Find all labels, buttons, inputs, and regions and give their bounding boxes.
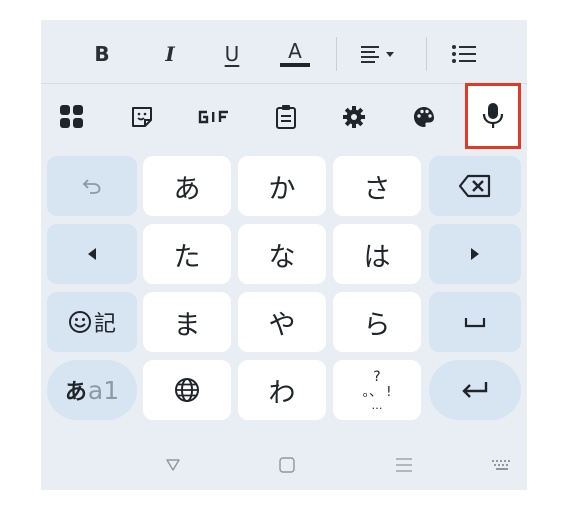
sticker-icon bbox=[132, 107, 152, 127]
font-color-label: A bbox=[288, 39, 302, 63]
kana-key-ha[interactable]: は bbox=[333, 224, 421, 284]
arrow-left-icon bbox=[88, 248, 96, 260]
input-mode-alnum-label: a1 bbox=[87, 375, 120, 405]
list-icon bbox=[452, 45, 476, 63]
list-button[interactable] bbox=[446, 33, 482, 75]
clipboard-icon bbox=[276, 105, 296, 129]
enter-key[interactable] bbox=[429, 360, 521, 420]
kana-key-sa-label: さ bbox=[363, 173, 391, 205]
arrow-right-icon bbox=[471, 248, 479, 260]
cursor-right-key[interactable] bbox=[429, 224, 521, 284]
nav-recents-icon bbox=[396, 458, 412, 472]
settings-button[interactable] bbox=[333, 96, 375, 138]
bold-button[interactable]: B bbox=[85, 33, 119, 75]
gif-icon bbox=[198, 110, 228, 124]
keyboard: B I U A あ か さ た な は 記 ま や ら あ a1 わ ? 。、 … bbox=[41, 20, 527, 490]
input-mode-key[interactable]: あ a1 bbox=[47, 360, 137, 420]
kanji-label: 記 bbox=[93, 312, 116, 337]
apps-grid-icon bbox=[60, 105, 83, 128]
space-icon bbox=[464, 318, 486, 328]
punct-top-label: ? bbox=[373, 369, 381, 385]
format-toolbar: B I U A bbox=[41, 33, 527, 75]
kana-key-ya-label: や bbox=[268, 309, 296, 341]
kana-key-ra[interactable]: ら bbox=[333, 292, 421, 352]
undo-key[interactable] bbox=[47, 156, 137, 216]
kana-key-ma-label: ま bbox=[173, 309, 201, 341]
kana-key-ta-label: た bbox=[173, 241, 201, 273]
sticker-button[interactable] bbox=[121, 96, 163, 138]
backspace-icon bbox=[458, 174, 491, 198]
font-color-button[interactable]: A bbox=[277, 33, 313, 75]
microphone-icon bbox=[482, 103, 504, 128]
nav-back-icon bbox=[166, 459, 180, 471]
language-key[interactable] bbox=[143, 360, 231, 420]
format-divider-1 bbox=[336, 37, 337, 71]
theme-button[interactable] bbox=[403, 96, 445, 138]
kana-key-ka-label: か bbox=[268, 173, 296, 205]
navigation-bar bbox=[41, 440, 527, 490]
home-button[interactable] bbox=[273, 448, 301, 482]
space-key[interactable] bbox=[429, 292, 521, 352]
kana-key-ra-label: ら bbox=[363, 309, 391, 341]
input-mode-kana-label: あ bbox=[64, 379, 87, 405]
font-color-bar bbox=[280, 63, 310, 67]
palette-icon bbox=[414, 107, 434, 127]
kana-key-ma[interactable]: ま bbox=[143, 292, 231, 352]
nav-home-icon bbox=[279, 457, 295, 473]
back-button[interactable] bbox=[159, 448, 187, 482]
apps-button[interactable] bbox=[51, 96, 93, 138]
voice-input-button[interactable] bbox=[465, 83, 521, 149]
enter-icon bbox=[462, 382, 488, 398]
emoji-icon bbox=[68, 311, 91, 333]
kana-key-na-label: な bbox=[268, 241, 296, 273]
gif-button[interactable] bbox=[193, 96, 241, 138]
kana-key-ha-label: は bbox=[363, 241, 391, 273]
kana-key-na[interactable]: な bbox=[238, 224, 326, 284]
emoji-kanji-key[interactable]: 記 bbox=[47, 292, 137, 352]
kana-key-ta[interactable]: た bbox=[143, 224, 231, 284]
keyboard-icon bbox=[492, 460, 510, 470]
italic-label: I bbox=[165, 42, 175, 66]
bold-label: B bbox=[94, 42, 110, 66]
punctuation-key[interactable]: ? 。、 ! … bbox=[333, 360, 421, 420]
kana-key-wa-label: わ bbox=[268, 377, 296, 409]
toolbar-divider bbox=[41, 83, 527, 84]
kana-key-ya[interactable]: や bbox=[238, 292, 326, 352]
kana-key-a-label: あ bbox=[173, 173, 201, 205]
backspace-key[interactable] bbox=[429, 156, 521, 216]
clipboard-button[interactable] bbox=[265, 96, 307, 138]
kana-key-a[interactable]: あ bbox=[143, 156, 231, 216]
globe-icon bbox=[175, 378, 199, 402]
kana-key-sa[interactable]: さ bbox=[333, 156, 421, 216]
punct-bottom-label: … bbox=[371, 399, 383, 412]
align-icon bbox=[361, 46, 394, 63]
gear-icon bbox=[343, 106, 365, 128]
kana-key-ka[interactable]: か bbox=[238, 156, 326, 216]
underline-label: U bbox=[224, 42, 240, 66]
format-divider-2 bbox=[426, 37, 427, 71]
recents-button[interactable] bbox=[390, 448, 418, 482]
kana-key-wa[interactable]: わ bbox=[238, 360, 326, 420]
italic-button[interactable]: I bbox=[153, 33, 187, 75]
cursor-left-key[interactable] bbox=[47, 224, 137, 284]
underline-button[interactable]: U bbox=[215, 33, 249, 75]
keyboard-switch-button[interactable] bbox=[488, 448, 516, 482]
tool-row bbox=[41, 96, 527, 138]
undo-icon bbox=[82, 179, 101, 194]
align-button[interactable] bbox=[356, 33, 406, 75]
